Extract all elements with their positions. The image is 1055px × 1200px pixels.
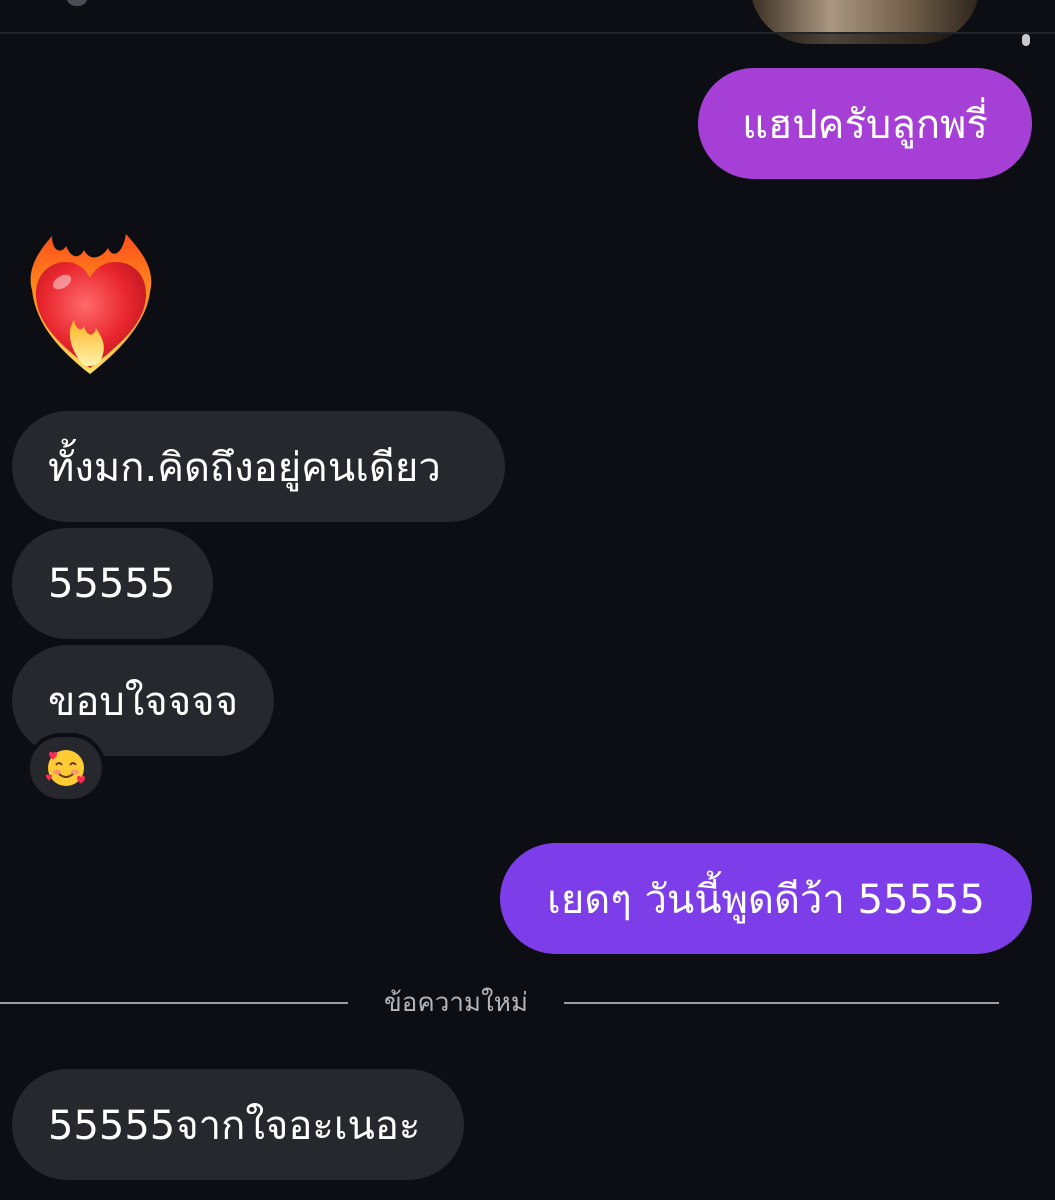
message-text: 55555 [48, 560, 176, 607]
partial-header-icon[interactable] [66, 0, 88, 6]
outgoing-message-bubble[interactable]: เยดๆ วันนี้พูดดีว้า 55555 [500, 843, 1032, 954]
message-text: ทั้งมก.คิดถึงอยู่คนเดียว [48, 444, 441, 491]
message-text: 55555จากใจอะเนอะ [48, 1102, 421, 1149]
divider-line-left [0, 1002, 348, 1004]
incoming-message-bubble[interactable]: 55555 [12, 528, 213, 639]
message-text: แฮปครับลูกพรี่ [742, 101, 988, 148]
smiling-face-with-hearts-icon [46, 750, 85, 786]
heart-on-fire-icon[interactable] [22, 228, 160, 378]
incoming-message-bubble[interactable]: 55555จากใจอะเนอะ [12, 1069, 464, 1180]
shared-photo-thumbnail[interactable] [750, 0, 980, 44]
scrollbar-thumb[interactable] [1022, 34, 1030, 46]
new-messages-label: ข้อความใหม่ [383, 988, 529, 1018]
incoming-message-bubble[interactable]: ทั้งมก.คิดถึงอยู่คนเดียว [12, 411, 505, 522]
header-divider [0, 32, 1055, 34]
divider-line-right [564, 1002, 999, 1004]
message-text: ขอบใจจจจ [48, 678, 239, 725]
chat-screen: แฮปครับลูกพรี่ ทั้งมก.คิดถึงอยู่คนเดียว … [0, 0, 1055, 1200]
new-messages-divider: ข้อความใหม่ [0, 980, 1000, 1026]
message-text: เยดๆ วันนี้พูดดีว้า 55555 [547, 876, 985, 923]
message-reaction[interactable] [26, 733, 106, 803]
outgoing-message-bubble[interactable]: แฮปครับลูกพรี่ [698, 68, 1032, 179]
